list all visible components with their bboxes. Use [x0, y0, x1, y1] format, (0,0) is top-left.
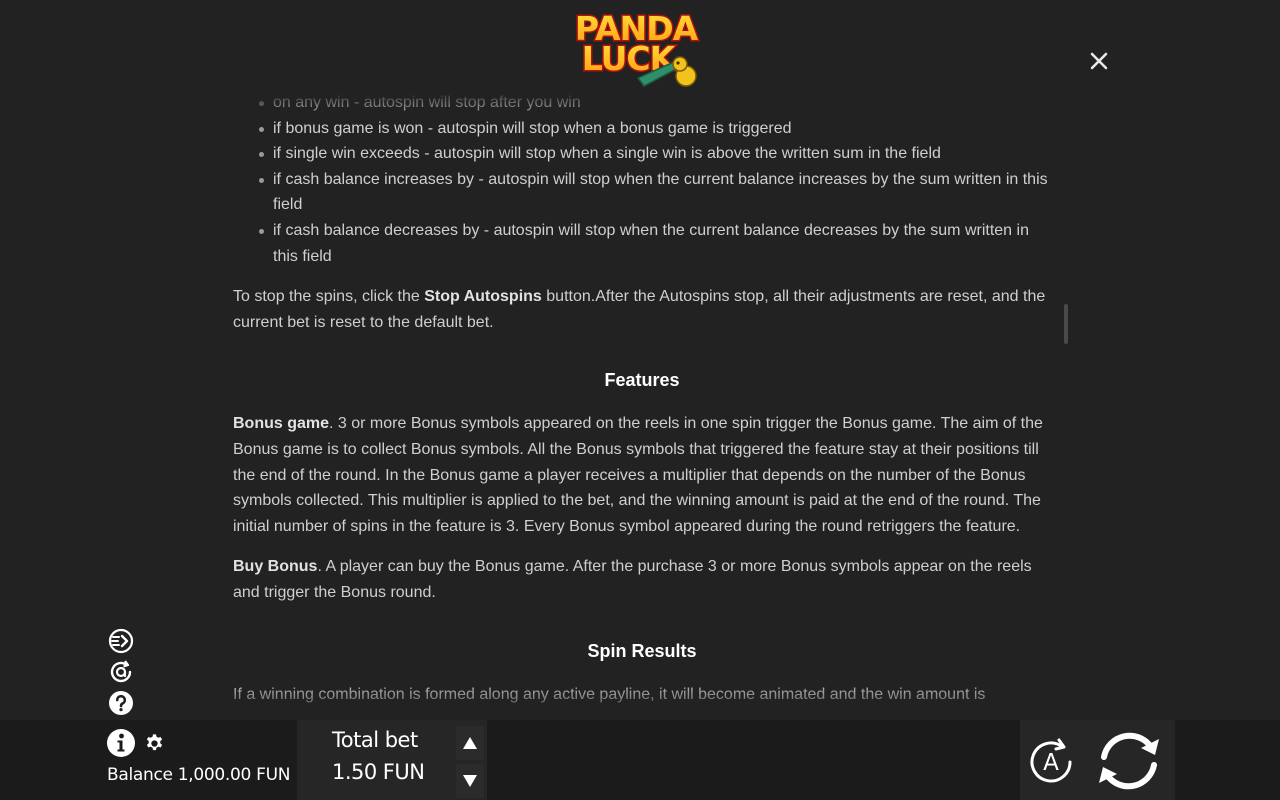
close-icon [1090, 52, 1108, 70]
autospin-button[interactable]: A [1026, 737, 1076, 787]
balance-value: 1,000.00 FUN [177, 765, 291, 785]
game-rules-screen: PANDA LUCK on any win - autospin will st… [0, 0, 1280, 800]
total-bet-label: Total bet [332, 728, 418, 752]
list-item: on any win - autospin will stop after yo… [257, 90, 1051, 116]
help-button[interactable] [108, 690, 134, 716]
balance-panel [0, 720, 297, 800]
turbo-icon [108, 628, 134, 654]
features-heading: Features [604, 370, 680, 391]
bet-stepper [456, 724, 486, 800]
arrow-down-icon [463, 775, 477, 787]
autospin-icon: A [1030, 738, 1072, 783]
settings-button[interactable] [144, 733, 165, 754]
total-bet-display: 1.50 FUN [332, 760, 425, 784]
spin-results-heading: Spin Results [587, 640, 697, 661]
gear-icon [146, 734, 163, 751]
spin-icon [1099, 732, 1159, 790]
balance-label: Balance [107, 765, 173, 785]
stop-autospins-paragraph: To stop the spins, click the Stop Autosp… [233, 288, 1046, 331]
close-button[interactable] [1086, 48, 1112, 74]
autoplay-history-icon [110, 660, 132, 683]
turbo-button[interactable] [108, 628, 134, 654]
total-bet-currency: FUN [382, 760, 425, 784]
bonus-game-paragraph: Bonus game. 3 or more Bonus symbols appe… [233, 415, 1043, 535]
balance-display: Balance 1,000.00 FUN [107, 765, 290, 785]
panda-luck-logo: PANDA LUCK [574, 6, 708, 98]
bet-increase-button[interactable] [456, 726, 484, 760]
total-bet-value: 1.50 [332, 760, 377, 784]
info-button[interactable] [106, 728, 136, 758]
autospin-label: A [1043, 750, 1059, 776]
info-icon [107, 729, 135, 757]
arrow-up-icon [463, 737, 477, 749]
list-item: if cash balance increases by - autospin … [257, 167, 1051, 218]
buy-bonus-paragraph: Buy Bonus. A player can buy the Bonus ga… [233, 558, 1032, 601]
autospin-stop-list: on any win - autospin will stop after yo… [233, 90, 1051, 269]
spin-button[interactable] [1093, 727, 1165, 795]
list-item: if cash balance decreases by - autospin … [257, 218, 1051, 269]
bet-decrease-button[interactable] [456, 764, 484, 798]
rules-content[interactable]: on any win - autospin will stop after yo… [233, 90, 1051, 720]
autoplay-history-button[interactable] [108, 659, 134, 685]
list-item: if single win exceeds - autospin will st… [257, 141, 1051, 167]
list-item: if bonus game is won - autospin will sto… [257, 116, 1051, 142]
scrollbar-thumb[interactable] [1064, 304, 1068, 344]
help-icon [109, 691, 133, 715]
spin-results-paragraph: If a winning combination is formed along… [233, 685, 986, 703]
